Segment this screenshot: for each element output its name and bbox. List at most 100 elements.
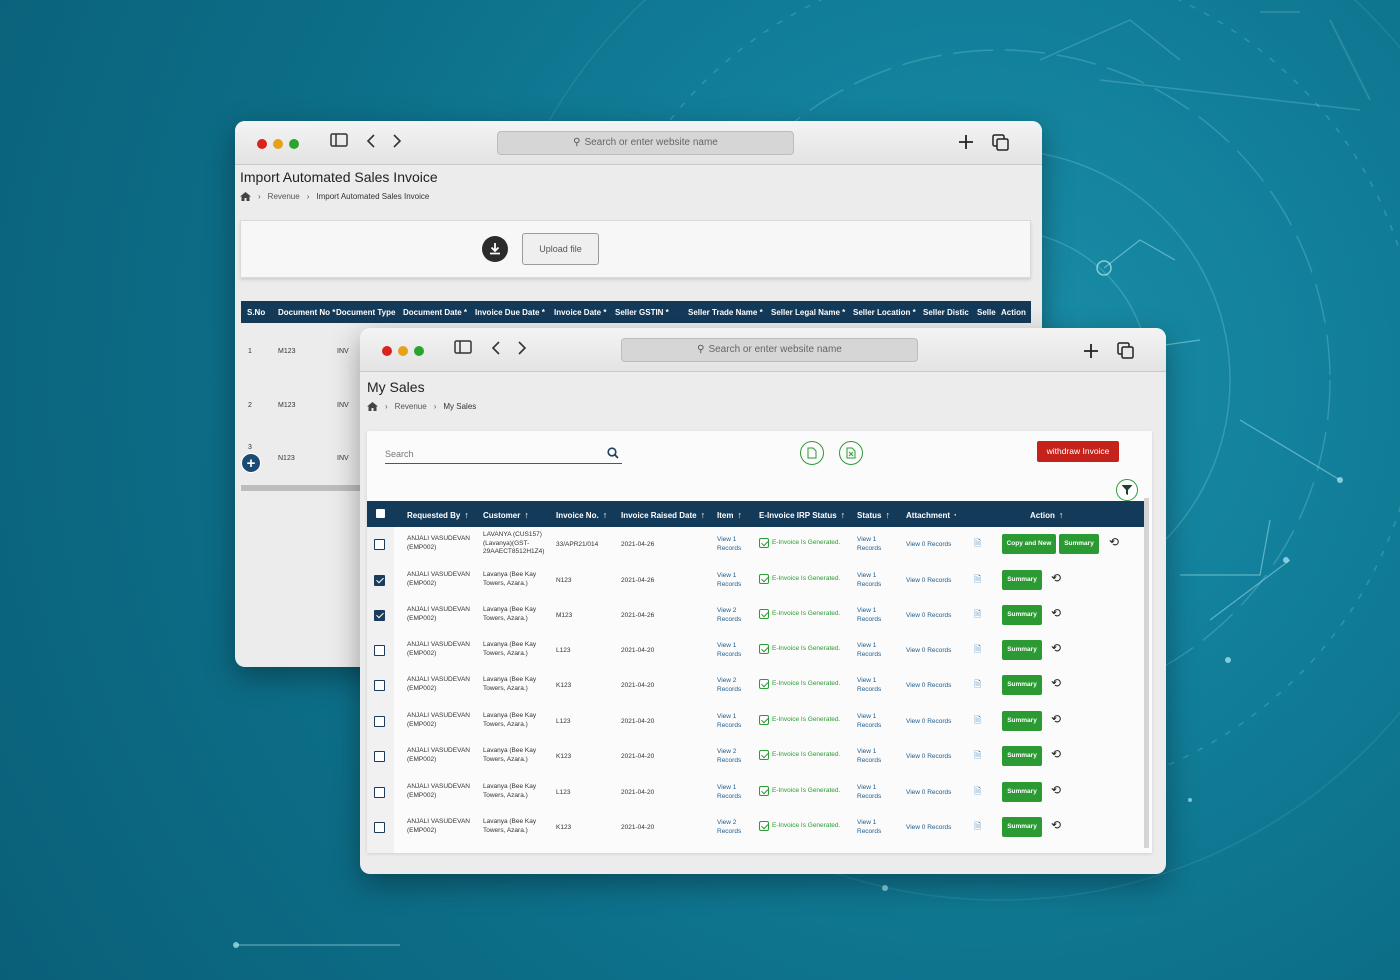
select-all-checkbox[interactable] [376, 509, 385, 518]
status-view-link[interactable]: View 1 Records [857, 607, 881, 624]
item-view-link[interactable]: View 1 Records [717, 572, 741, 589]
col-document-no[interactable]: Document No * [278, 308, 335, 317]
attachment-view-link[interactable]: View 0 Records [906, 541, 951, 550]
attachment-file-icon[interactable]: 🗎 [974, 677, 981, 693]
attachment-file-icon[interactable]: 🗎 [974, 536, 981, 552]
tabs-overview-icon[interactable] [992, 134, 1010, 152]
home-icon[interactable] [240, 192, 251, 201]
summary-button[interactable]: Summary [1002, 570, 1042, 590]
attachment-file-icon[interactable]: 🗎 [974, 642, 981, 658]
history-icon[interactable]: ⟲ [1051, 713, 1061, 725]
summary-button[interactable]: Summary [1002, 746, 1042, 766]
item-view-link[interactable]: View 1 Records [717, 536, 741, 553]
filter-icon[interactable] [1116, 479, 1138, 501]
row-checkbox[interactable] [374, 787, 385, 798]
horizontal-scrollbar[interactable] [241, 485, 371, 491]
status-view-link[interactable]: View 1 Records [857, 677, 881, 694]
excel-export-icon[interactable] [839, 441, 863, 465]
status-view-link[interactable]: View 1 Records [857, 713, 881, 730]
attachment-file-icon[interactable]: 🗎 [974, 607, 981, 623]
item-view-link[interactable]: View 1 Records [717, 784, 741, 801]
add-row-button[interactable]: + [241, 453, 261, 473]
close-dot[interactable] [257, 139, 267, 149]
sidebar-toggle-icon[interactable] [454, 340, 472, 354]
col-seller-location[interactable]: Seller Location * [853, 308, 916, 317]
maximize-dot[interactable] [414, 346, 424, 356]
item-view-link[interactable]: View 1 Records [717, 642, 741, 659]
withdraw-invoice-button[interactable]: withdraw Invoice [1037, 441, 1119, 462]
history-icon[interactable]: ⟲ [1051, 748, 1061, 760]
col-seller-trade-name[interactable]: Seller Trade Name * [688, 308, 763, 317]
address-bar[interactable]: ⚲ Search or enter website name [497, 131, 794, 155]
col-item[interactable]: Item ↑ [717, 510, 742, 520]
breadcrumb-revenue[interactable]: Revenue [395, 402, 427, 411]
history-icon[interactable]: ⟲ [1051, 819, 1061, 831]
history-icon[interactable]: ⟲ [1051, 572, 1061, 584]
attachment-view-link[interactable]: View 0 Records [906, 647, 951, 656]
col-invoice-no[interactable]: Invoice No. ↑ [556, 510, 607, 520]
item-view-link[interactable]: View 1 Records [717, 713, 741, 730]
download-template-button[interactable] [482, 236, 508, 262]
col-attachment[interactable]: Attachment · [906, 510, 957, 520]
col-seller-legal-name[interactable]: Seller Legal Name * [771, 308, 845, 317]
row-checkbox[interactable] [374, 680, 385, 691]
upload-file-button[interactable]: Upload file [522, 233, 599, 265]
status-view-link[interactable]: View 1 Records [857, 572, 881, 589]
summary-button[interactable]: Summary [1002, 711, 1042, 731]
row-checkbox[interactable] [374, 610, 385, 621]
back-arrow-icon[interactable] [366, 133, 376, 149]
row-checkbox[interactable] [374, 575, 385, 586]
summary-button[interactable]: Summary [1059, 534, 1099, 554]
search-input[interactable]: Search [385, 444, 622, 464]
attachment-view-link[interactable]: View 0 Records [906, 718, 951, 727]
minimize-dot[interactable] [398, 346, 408, 356]
history-icon[interactable]: ⟲ [1051, 642, 1061, 654]
summary-button[interactable]: Summary [1002, 675, 1042, 695]
col-invoice-raised-date[interactable]: Invoice Raised Date ↑ [621, 510, 705, 520]
col-invoice-due-date[interactable]: Invoice Due Date * [475, 308, 545, 317]
attachment-view-link[interactable]: View 0 Records [906, 682, 951, 691]
status-view-link[interactable]: View 1 Records [857, 536, 881, 553]
attachment-view-link[interactable]: View 0 Records [906, 577, 951, 586]
col-seller-gstin[interactable]: Seller GSTIN * [615, 308, 669, 317]
row-checkbox[interactable] [374, 751, 385, 762]
status-view-link[interactable]: View 1 Records [857, 748, 881, 765]
maximize-dot[interactable] [289, 139, 299, 149]
sidebar-toggle-icon[interactable] [330, 133, 348, 147]
copy-and-new-button[interactable]: Copy and New [1002, 534, 1056, 554]
col-irp-status[interactable]: E-Invoice IRP Status ↑ [759, 510, 845, 520]
col-customer[interactable]: Customer ↑ [483, 510, 529, 520]
attachment-view-link[interactable]: View 0 Records [906, 824, 951, 833]
item-view-link[interactable]: View 2 Records [717, 819, 741, 836]
status-view-link[interactable]: View 1 Records [857, 819, 881, 836]
attachment-file-icon[interactable]: 🗎 [974, 784, 981, 800]
history-icon[interactable]: ⟲ [1051, 607, 1061, 619]
attachment-file-icon[interactable]: 🗎 [974, 819, 981, 835]
pdf-export-icon[interactable] [800, 441, 824, 465]
item-view-link[interactable]: View 2 Records [717, 677, 741, 694]
row-checkbox[interactable] [374, 539, 385, 550]
summary-button[interactable]: Summary [1002, 605, 1042, 625]
attachment-view-link[interactable]: View 0 Records [906, 753, 951, 762]
address-bar[interactable]: ⚲ Search or enter website name [621, 338, 918, 362]
new-tab-plus-icon[interactable] [957, 133, 975, 151]
forward-arrow-icon[interactable] [392, 133, 402, 149]
item-view-link[interactable]: View 2 Records [717, 607, 741, 624]
summary-button[interactable]: Summary [1002, 640, 1042, 660]
col-status[interactable]: Status ↑ [857, 510, 890, 520]
attachment-file-icon[interactable]: 🗎 [974, 748, 981, 764]
attachment-view-link[interactable]: View 0 Records [906, 789, 951, 798]
col-sno[interactable]: S.No [247, 308, 265, 317]
breadcrumb-revenue[interactable]: Revenue [268, 192, 300, 201]
attachment-file-icon[interactable]: 🗎 [974, 572, 981, 588]
col-action[interactable]: Action ↑ [1030, 510, 1063, 520]
close-dot[interactable] [382, 346, 392, 356]
col-seller-district[interactable]: Seller Distic [923, 308, 969, 317]
home-icon[interactable] [367, 402, 378, 411]
forward-arrow-icon[interactable] [517, 340, 527, 356]
history-icon[interactable]: ⟲ [1051, 784, 1061, 796]
history-icon[interactable]: ⟲ [1051, 677, 1061, 689]
item-view-link[interactable]: View 2 Records [717, 748, 741, 765]
history-icon[interactable]: ⟲ [1109, 536, 1119, 548]
col-document-date[interactable]: Document Date * [403, 308, 467, 317]
